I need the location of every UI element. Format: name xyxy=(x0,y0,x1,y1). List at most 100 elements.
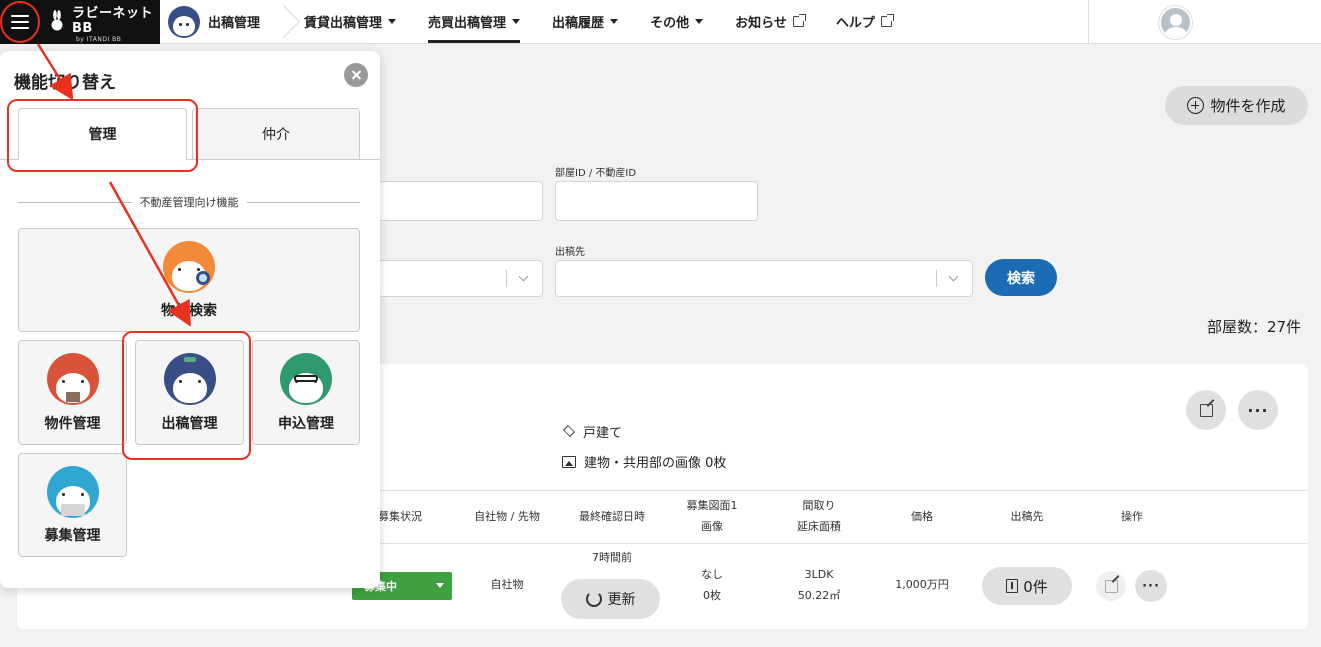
bear-listing-icon xyxy=(163,353,216,405)
col-layout: 間取り xyxy=(802,499,836,512)
room-id-label: 部屋ID / 不動産ID xyxy=(555,168,637,179)
row-edit-button[interactable] xyxy=(1096,571,1126,601)
tile-application-management[interactable]: 申込管理 xyxy=(252,340,360,445)
bear-check-icon xyxy=(46,466,99,518)
nav-label: 売買出稿管理 xyxy=(428,16,507,31)
logo-sub: by ITANDI BB xyxy=(76,35,122,43)
property-type: 戸建て xyxy=(562,422,622,441)
tab-management[interactable]: 管理 xyxy=(18,108,187,160)
destination-count-button[interactable]: 0件 xyxy=(982,567,1072,605)
layout-value: 3LDK xyxy=(804,568,834,581)
tile-listing-management[interactable]: 出稿管理 xyxy=(135,340,244,445)
more-button[interactable]: ··· xyxy=(1238,390,1278,430)
more-icon: ··· xyxy=(1142,578,1160,594)
image-info: 建物・共用部の画像 0枚 xyxy=(562,452,726,471)
tab-brokerage[interactable]: 仲介 xyxy=(192,108,360,160)
drawing-value: なし xyxy=(701,568,723,581)
panel-title: 機能切り替え xyxy=(14,73,116,93)
destination-count: 0件 xyxy=(1023,577,1048,596)
nav-label: ヘルプ xyxy=(835,16,875,31)
nav-label: その他 xyxy=(650,16,690,31)
destination-label: 出稿先 xyxy=(555,247,585,258)
floor-area-value: 50.22㎡ xyxy=(797,589,841,602)
images-value: 0枚 xyxy=(703,589,721,602)
row-more-button[interactable]: ··· xyxy=(1135,570,1167,602)
menu-button[interactable] xyxy=(0,0,40,44)
col-price: 価格 xyxy=(911,510,933,523)
col-actions: 操作 xyxy=(1121,510,1143,523)
price-value: 1,000万円 xyxy=(895,578,949,591)
search-button[interactable]: 検索 xyxy=(985,259,1057,296)
chevron-down-icon xyxy=(948,271,959,282)
chevron-down-icon xyxy=(695,19,704,24)
col-ownership: 自社物 / 先物 xyxy=(474,510,540,523)
nav-sale-listing[interactable]: 売買出稿管理 xyxy=(412,0,536,43)
col-drawing: 募集図面1 xyxy=(686,499,738,512)
col-destination: 出稿先 xyxy=(1010,510,1044,523)
main-nav: 賃貸出稿管理 売買出稿管理 出稿履歴 その他 お知らせ ヘルプ xyxy=(288,0,908,43)
create-property-button[interactable]: 物件を作成 xyxy=(1165,86,1308,125)
property-type-text: 戸建て xyxy=(583,426,623,441)
section-title: 不動産管理向け機能 xyxy=(139,196,239,209)
ownership-value: 自社物 xyxy=(490,578,524,591)
nav-label: お知らせ xyxy=(735,16,787,31)
update-label: 更新 xyxy=(607,592,636,608)
close-button[interactable] xyxy=(344,63,368,87)
refresh-icon xyxy=(585,591,602,607)
bear-search-icon xyxy=(163,241,215,293)
user-menu[interactable] xyxy=(1088,0,1321,44)
nav-rental-listing[interactable]: 賃貸出稿管理 xyxy=(288,0,412,43)
nav-label: 賃貸出稿管理 xyxy=(304,16,383,31)
app-name-label: 出稿管理 xyxy=(208,16,261,31)
update-button[interactable]: 更新 xyxy=(561,579,660,619)
logo-name: ラビーネットBB xyxy=(72,5,154,36)
chevron-down-icon xyxy=(518,271,529,282)
tile-label: 募集管理 xyxy=(44,528,101,544)
tile-recruitment-management[interactable]: 募集管理 xyxy=(18,453,127,557)
nav-other[interactable]: その他 xyxy=(634,0,719,43)
destination-select[interactable] xyxy=(555,260,973,297)
chevron-down-icon xyxy=(436,583,444,588)
avatar xyxy=(1159,5,1192,39)
room-id-input[interactable] xyxy=(555,181,758,221)
chevron-down-icon xyxy=(512,19,521,24)
external-link-icon xyxy=(792,14,806,27)
plus-circle-icon xyxy=(1187,97,1205,114)
tile-label: 物件検索 xyxy=(161,303,217,319)
section-heading: 不動産管理向け機能 xyxy=(18,194,360,210)
tile-property-search[interactable]: 物件検索 xyxy=(18,228,360,332)
feature-switch-panel: 機能切り替え 管理 仲介 不動産管理向け機能 物件検索 物件管理 出稿管理 申込… xyxy=(0,51,380,588)
edit-icon xyxy=(1104,579,1118,593)
top-header: ラビーネットBB by ITANDI BB 出稿管理 賃貸出稿管理 売買出稿管理… xyxy=(0,0,1321,44)
current-app[interactable]: 出稿管理 xyxy=(160,0,274,43)
edit-button[interactable] xyxy=(1186,390,1226,430)
bear-house-icon xyxy=(46,353,99,405)
nav-news[interactable]: お知らせ xyxy=(719,0,820,43)
room-count: 部屋数：27件 xyxy=(1207,318,1302,336)
rabbit-logo-icon xyxy=(51,10,63,31)
create-button-label: 物件を作成 xyxy=(1210,97,1286,115)
tile-label: 物件管理 xyxy=(44,416,101,432)
tile-label: 出稿管理 xyxy=(161,416,218,432)
external-link-icon xyxy=(880,14,894,27)
filter-input[interactable] xyxy=(378,181,543,221)
last-checked-value: 7時間前 xyxy=(592,551,632,564)
bear-glasses-icon xyxy=(280,353,332,405)
tile-label: 申込管理 xyxy=(278,416,334,432)
nav-history[interactable]: 出稿履歴 xyxy=(536,0,634,43)
col-images: 画像 xyxy=(701,520,723,533)
app-logo[interactable]: ラビーネットBB by ITANDI BB xyxy=(40,0,160,44)
filter-select[interactable] xyxy=(378,260,543,297)
more-icon: ··· xyxy=(1247,400,1269,420)
image-icon xyxy=(562,455,576,468)
hamburger-icon xyxy=(11,15,29,29)
breadcrumb-divider xyxy=(274,0,288,44)
nav-label: 出稿履歴 xyxy=(552,16,605,31)
edit-icon xyxy=(1199,403,1213,417)
image-info-text: 建物・共用部の画像 0枚 xyxy=(584,456,727,471)
bear-app-icon xyxy=(168,5,200,38)
tile-property-management[interactable]: 物件管理 xyxy=(18,340,127,445)
col-last-checked: 最終確認日時 xyxy=(579,510,645,523)
chevron-down-icon xyxy=(610,19,619,24)
nav-help[interactable]: ヘルプ xyxy=(820,0,908,43)
